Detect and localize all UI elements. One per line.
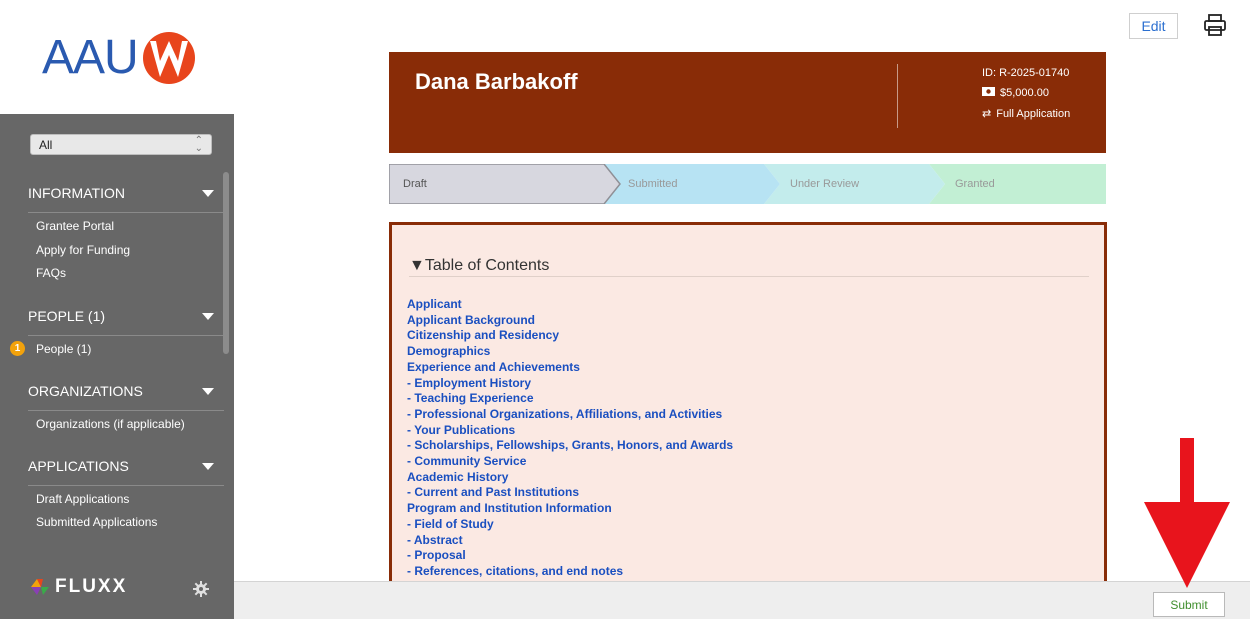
nav-item-submitted-applications[interactable]: Submitted Applications <box>36 515 157 529</box>
nav-item-draft-applications[interactable]: Draft Applications <box>36 492 129 506</box>
toc-link[interactable]: - Professional Organizations, Affiliatio… <box>407 407 733 423</box>
section-people[interactable]: PEOPLE (1) <box>0 297 226 335</box>
collapse-triangle-icon <box>202 463 214 470</box>
toc-link[interactable]: - Community Service <box>407 454 733 470</box>
section-title: ORGANIZATIONS <box>28 383 143 399</box>
divider <box>28 410 224 411</box>
toc-link[interactable]: - Your Publications <box>407 423 733 439</box>
status-steps-graphic <box>389 164 1106 204</box>
section-information[interactable]: INFORMATION <box>0 174 226 212</box>
id-label: ID: <box>982 67 997 79</box>
status-step-submitted: Submitted <box>628 178 678 190</box>
section-title: APPLICATIONS <box>28 458 129 474</box>
fluxx-wordmark: FLUXX <box>55 576 128 597</box>
section-title: INFORMATION <box>28 185 125 201</box>
toc-link[interactable]: Academic History <box>407 470 733 486</box>
submit-button[interactable]: Submit <box>1153 592 1225 617</box>
sidebar: AAU All ⌃ ⌄ INFORMATION Grantee Portal Ap… <box>0 0 234 619</box>
collapse-triangle-icon <box>202 190 214 197</box>
application-amount: $5,000.00 <box>982 87 1049 99</box>
nav-item-organizations[interactable]: Organizations (if applicable) <box>36 417 185 431</box>
section-organizations[interactable]: ORGANIZATIONS <box>0 372 226 410</box>
toc-link[interactable]: - Employment History <box>407 376 733 392</box>
count-badge: 1 <box>10 341 25 356</box>
toc-link[interactable]: - Current and Past Institutions <box>407 485 733 501</box>
toc-link[interactable]: - References, citations, and end notes <box>407 564 733 580</box>
toc-link[interactable]: Citizenship and Residency <box>407 328 733 344</box>
table-of-contents-panel: ▼Table of Contents Applicant Applicant Ba… <box>389 222 1107 619</box>
sidebar-footer: FLUXX <box>0 554 234 619</box>
toc-link[interactable]: Program and Institution Information <box>407 501 733 517</box>
logo-w-mark-icon <box>142 32 195 84</box>
updown-chevron-icon: ⌃ ⌄ <box>194 135 203 154</box>
swap-arrows-icon: ⇄ <box>982 108 992 120</box>
aauw-logo[interactable]: AAU <box>42 26 198 90</box>
toc-link[interactable]: - Scholarships, Fellowships, Grants, Hon… <box>407 438 733 454</box>
collapse-triangle-icon <box>202 313 214 320</box>
edit-button[interactable]: Edit <box>1129 13 1178 39</box>
toc-link[interactable]: Experience and Achievements <box>407 360 733 376</box>
nav-item-grantee-portal[interactable]: Grantee Portal <box>36 219 114 233</box>
fluxx-mark-icon <box>31 579 49 595</box>
gear-icon[interactable] <box>193 581 209 597</box>
divider <box>28 212 224 213</box>
red-arrow-annotation-icon <box>1144 438 1230 588</box>
toc-link[interactable]: - Teaching Experience <box>407 391 733 407</box>
logo-text: AAU <box>42 31 139 84</box>
section-applications[interactable]: APPLICATIONS <box>0 447 226 485</box>
status-step-granted: Granted <box>955 178 995 190</box>
logo-area: AAU <box>0 0 234 114</box>
toc-divider <box>409 276 1089 277</box>
status-progress-bar: Draft Submitted Under Review Granted <box>389 164 1106 204</box>
applicant-name: Dana Barbakoff <box>415 69 578 94</box>
type-value: Full Application <box>996 107 1071 120</box>
toc-list: Applicant Applicant Background Citizenship… <box>407 297 733 580</box>
divider <box>28 335 224 336</box>
printer-icon[interactable] <box>1202 12 1228 38</box>
application-type: ⇄ Full Application <box>982 107 1071 121</box>
toc-link[interactable]: Applicant <box>407 297 733 313</box>
toc-link[interactable]: - Field of Study <box>407 517 733 533</box>
application-header-card: Dana Barbakoff ID: R-2025-01740 $5,000.0… <box>389 52 1106 153</box>
filter-select[interactable]: All ⌃ ⌄ <box>30 134 212 155</box>
money-icon <box>982 87 995 99</box>
status-step-draft: Draft <box>403 178 427 190</box>
nav-item-apply-for-funding[interactable]: Apply for Funding <box>36 243 130 257</box>
bottom-action-bar <box>234 581 1250 619</box>
sidebar-scrollbar[interactable] <box>223 172 229 354</box>
divider <box>28 485 224 486</box>
fluxx-logo: FLUXX <box>31 576 127 598</box>
nav-item-people[interactable]: People (1) <box>36 342 91 356</box>
header-divider <box>897 64 898 128</box>
toc-toggle[interactable]: ▼Table of Contents <box>409 257 549 275</box>
collapse-triangle-icon <box>202 388 214 395</box>
status-step-under-review: Under Review <box>790 178 860 190</box>
filter-select-value: All <box>39 138 53 152</box>
nav-item-faqs[interactable]: FAQs <box>36 266 66 280</box>
sidebar-nav: All ⌃ ⌄ INFORMATION Grantee Portal Apply … <box>0 114 234 554</box>
id-value: R-2025-01740 <box>999 67 1070 79</box>
toc-link[interactable]: Applicant Background <box>407 313 733 329</box>
toc-link[interactable]: - Proposal <box>407 548 733 564</box>
toc-link[interactable]: Demographics <box>407 344 733 360</box>
amount-value: $5,000.00 <box>1000 87 1049 99</box>
section-title: PEOPLE (1) <box>28 308 106 324</box>
application-id: ID: R-2025-01740 <box>982 67 1069 79</box>
toc-link[interactable]: - Abstract <box>407 533 733 549</box>
